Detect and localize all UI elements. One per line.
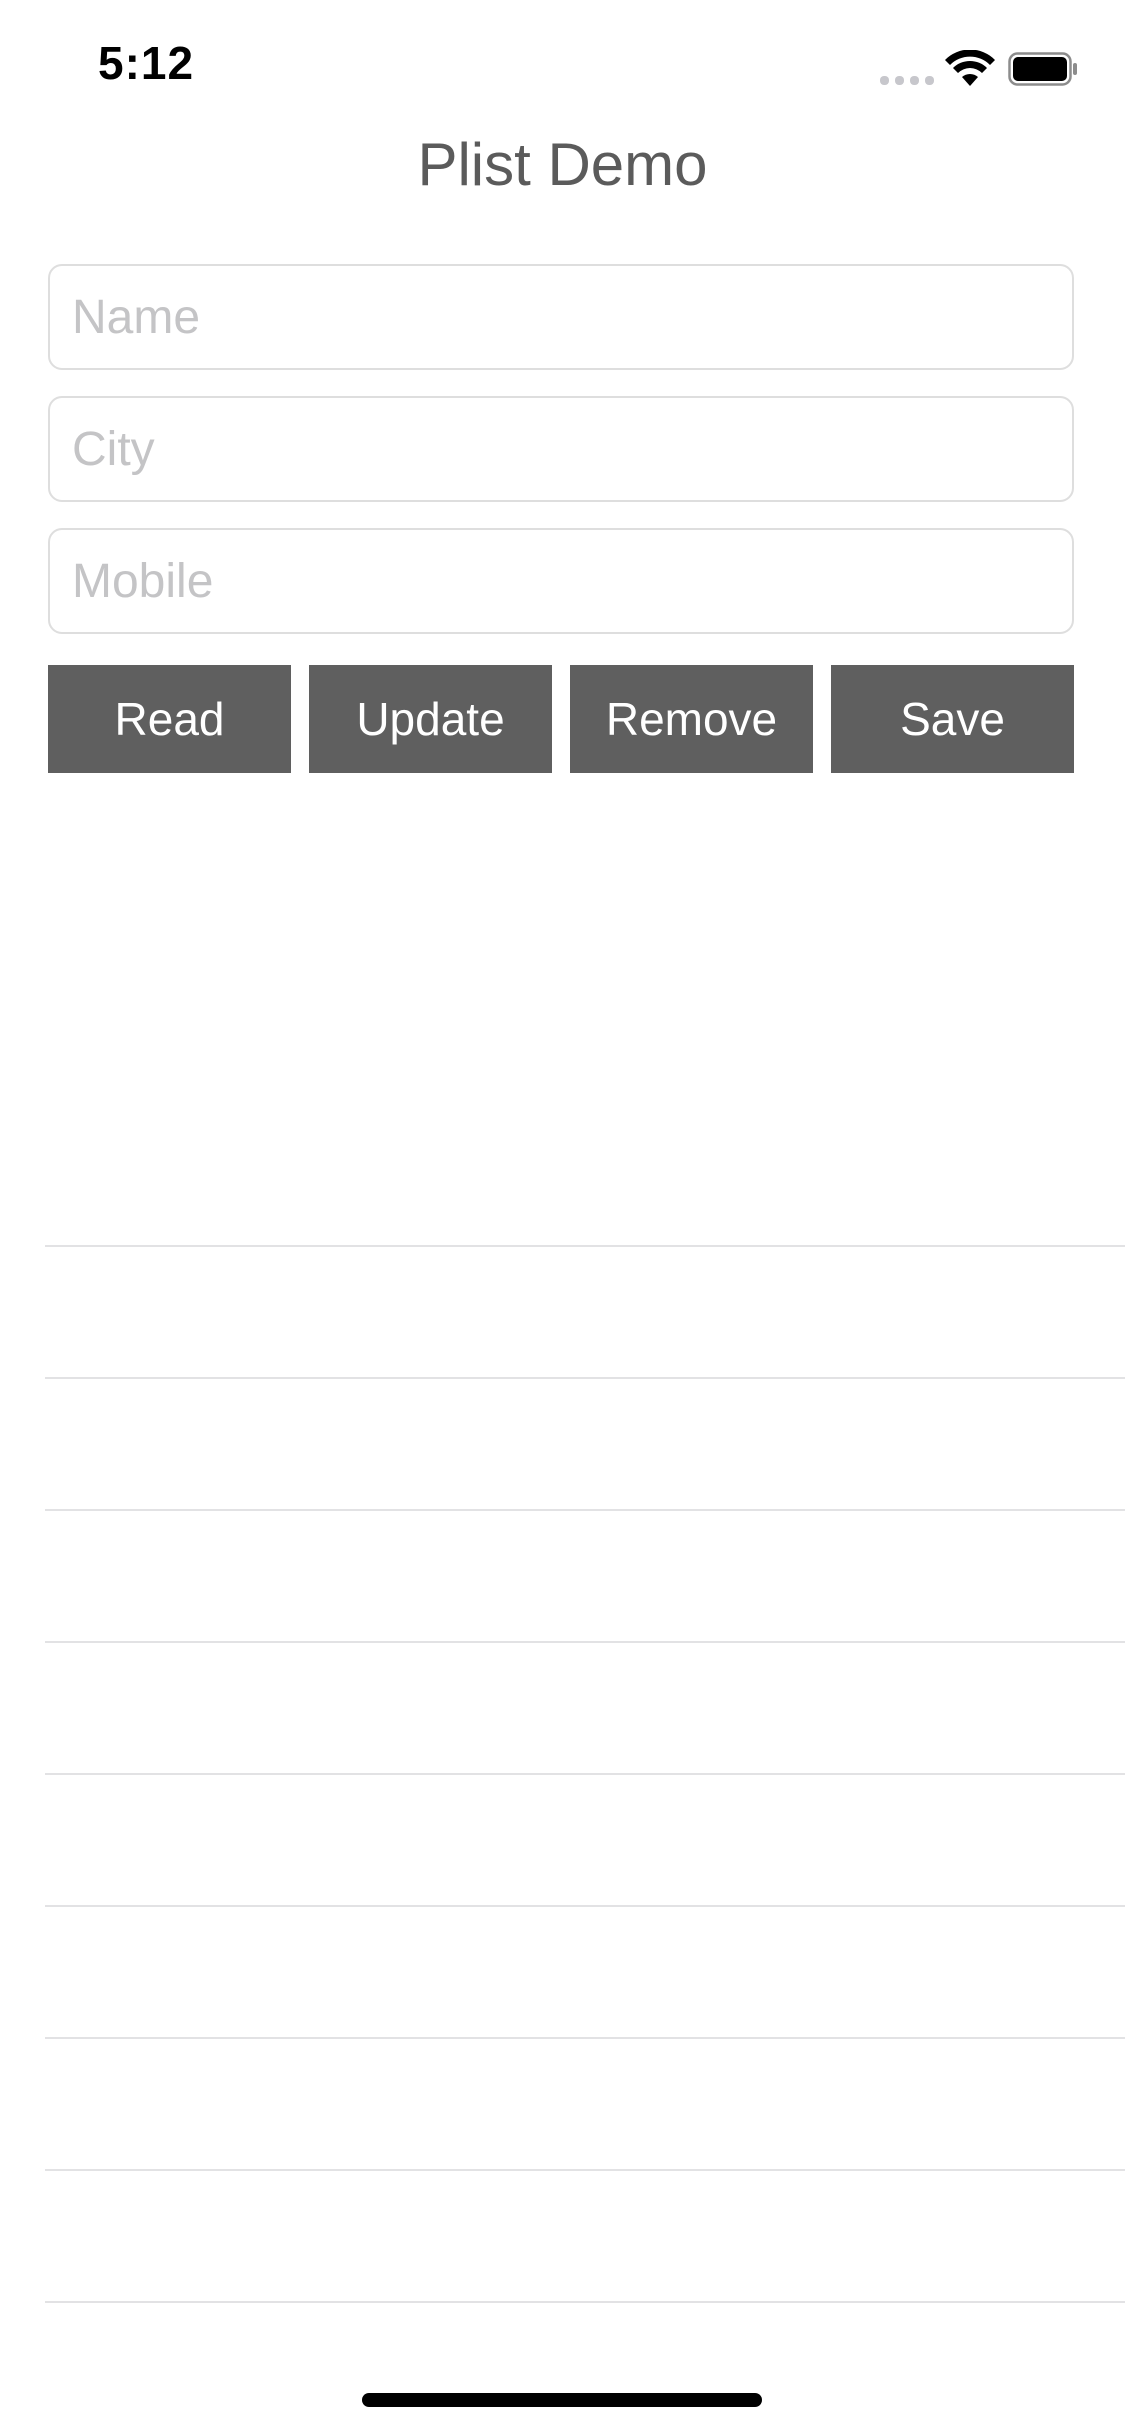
battery-icon bbox=[1008, 52, 1077, 86]
update-button[interactable]: Update bbox=[309, 665, 552, 773]
page-title: Plist Demo bbox=[417, 131, 708, 198]
read-button[interactable]: Read bbox=[48, 665, 291, 773]
table-row-separator bbox=[45, 1641, 1125, 1643]
status-time: 5:12 bbox=[98, 37, 195, 89]
table-row-separator bbox=[45, 2037, 1125, 2039]
table-row-separator bbox=[45, 1245, 1125, 1247]
cellular-signal-icon bbox=[880, 76, 934, 85]
wifi-icon bbox=[945, 50, 995, 86]
home-indicator[interactable] bbox=[362, 2393, 762, 2407]
status-bar: 5:12 bbox=[0, 0, 1125, 130]
table-row-separator bbox=[45, 1905, 1125, 1907]
remove-button[interactable]: Remove bbox=[570, 665, 813, 773]
name-input[interactable] bbox=[48, 264, 1074, 370]
table-row-separator bbox=[45, 2169, 1125, 2171]
table-row-separator bbox=[45, 1773, 1125, 1775]
mobile-input[interactable] bbox=[48, 528, 1074, 634]
table-row-separator bbox=[45, 1509, 1125, 1511]
table-row-separator bbox=[45, 1377, 1125, 1379]
action-button-row: Read Update Remove Save bbox=[48, 665, 1074, 773]
table-row-separator bbox=[45, 2301, 1125, 2303]
save-button[interactable]: Save bbox=[831, 665, 1074, 773]
city-input[interactable] bbox=[48, 396, 1074, 502]
